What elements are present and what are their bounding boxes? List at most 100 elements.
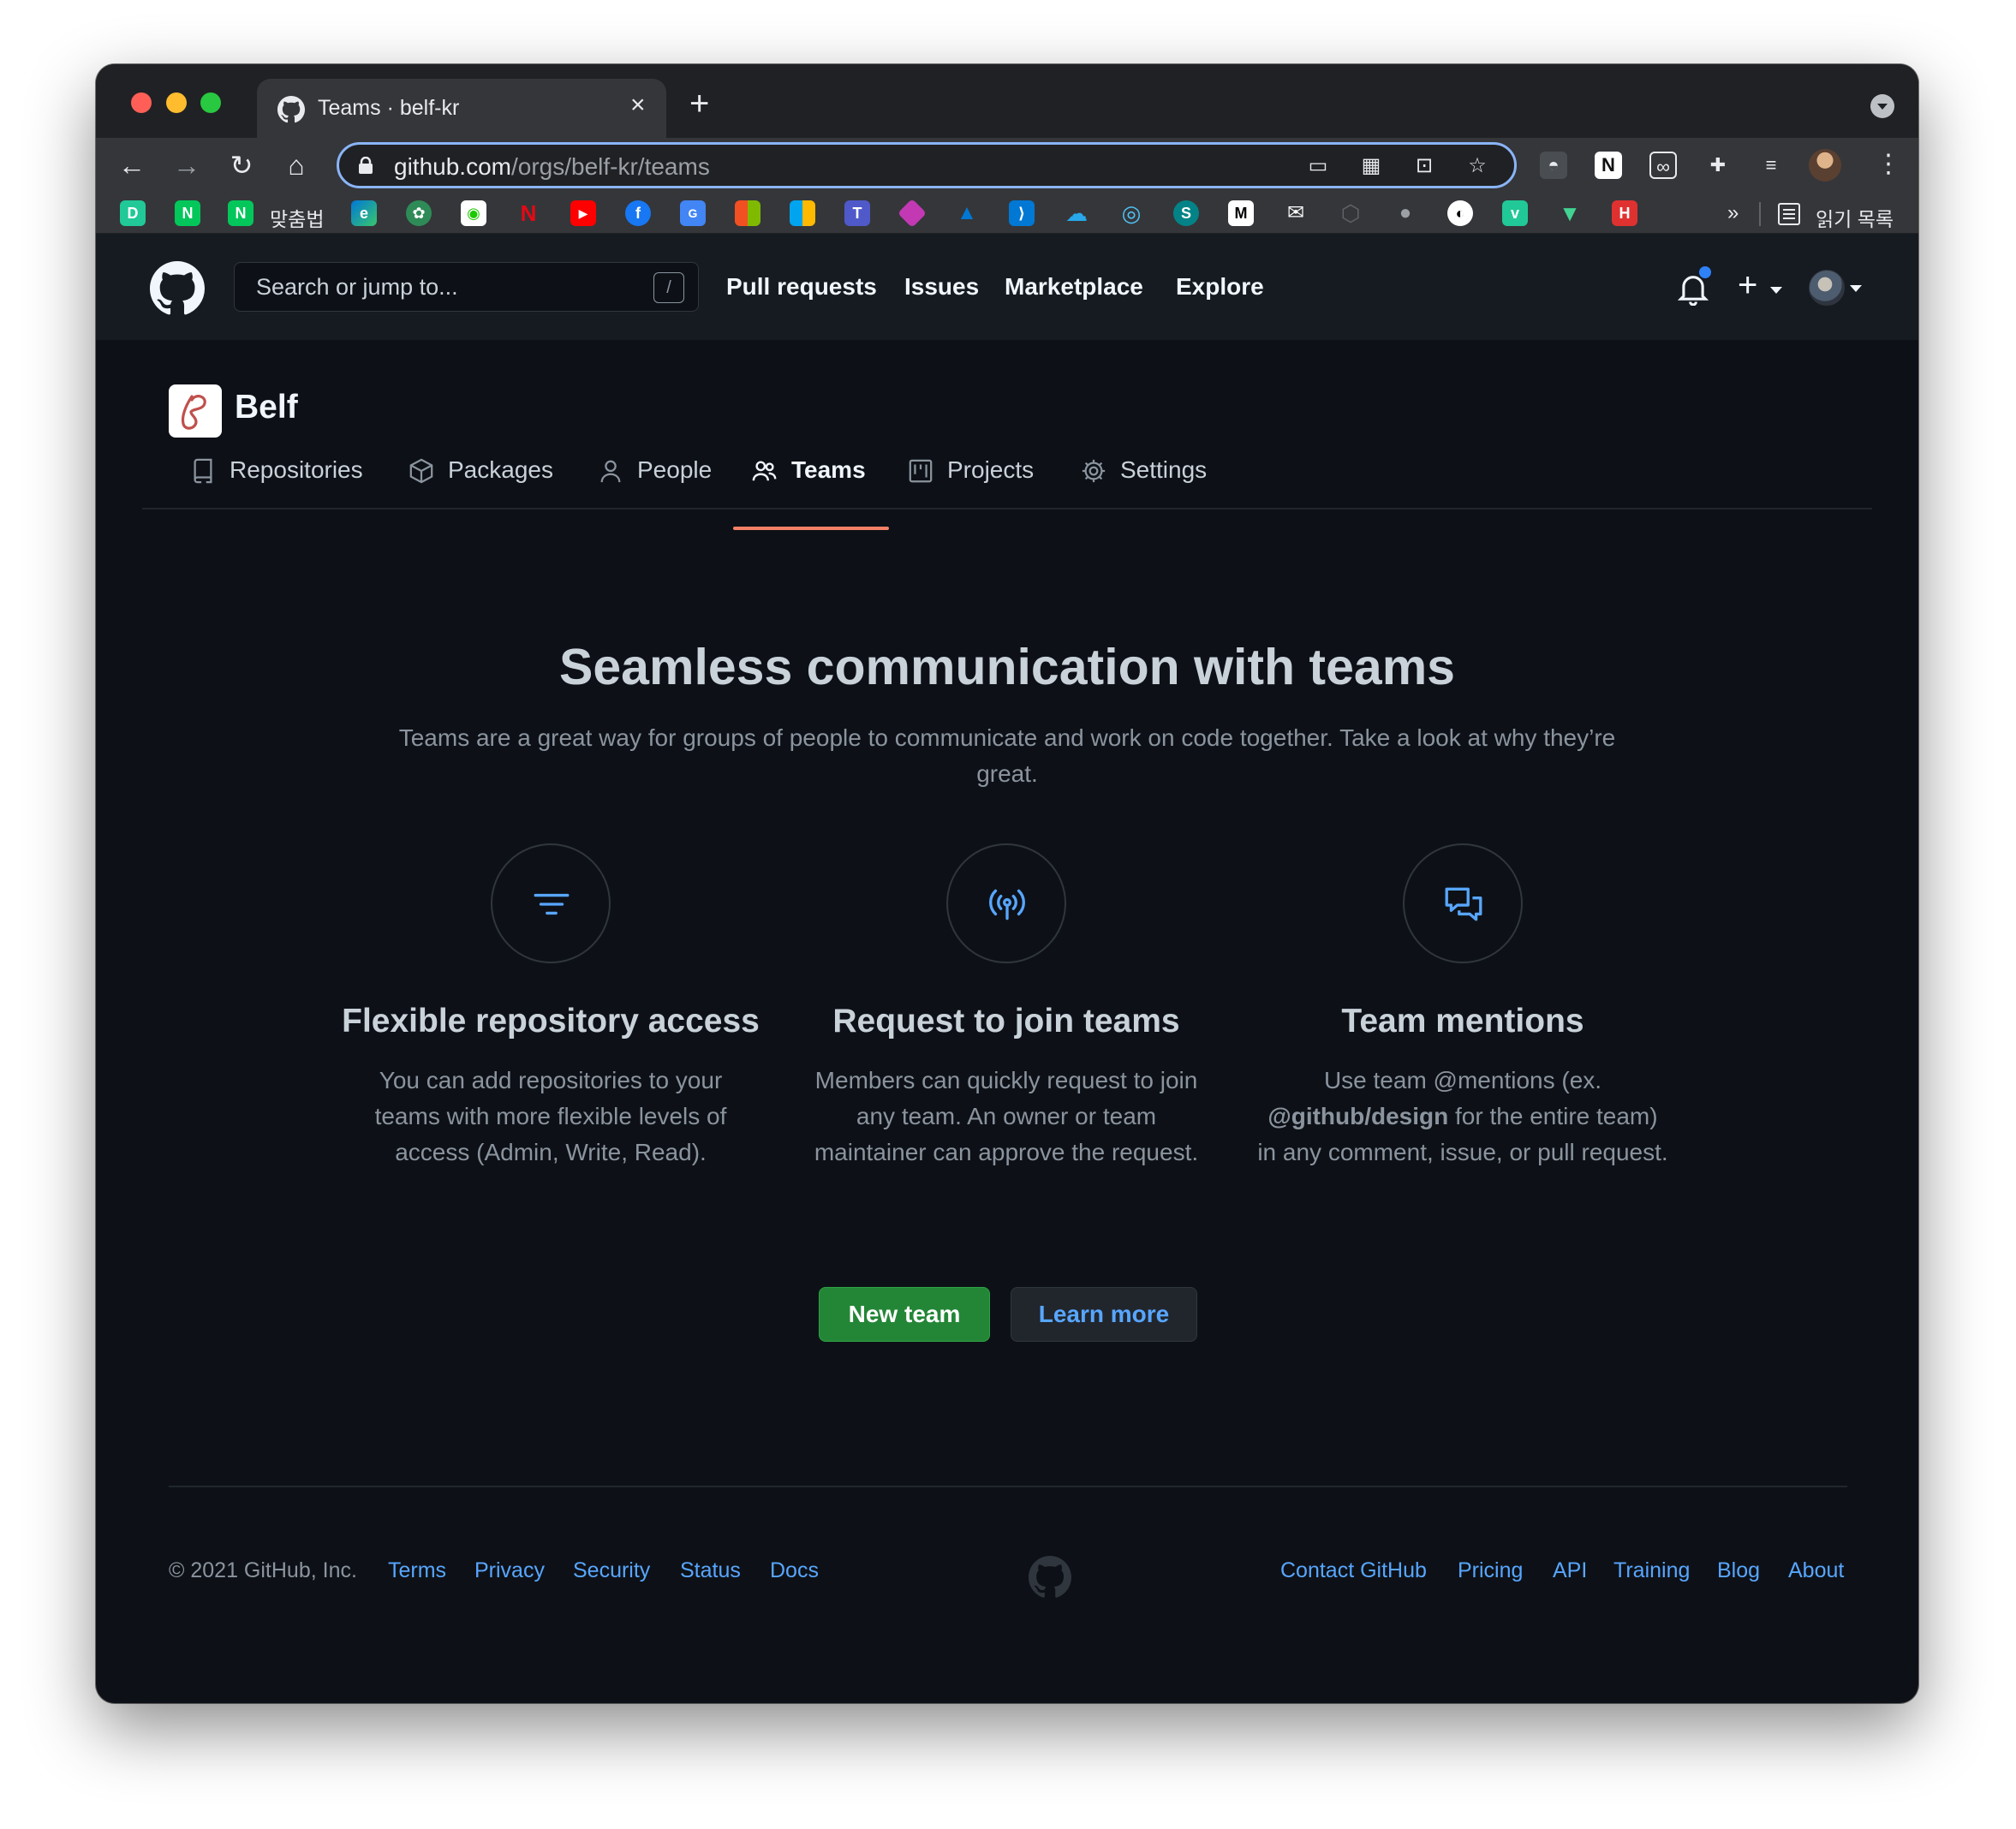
- package-icon: [409, 458, 433, 484]
- feature-icon-circle: [491, 843, 611, 963]
- search-shortcut-key: /: [653, 272, 684, 303]
- user-dropdown-caret-icon[interactable]: [1850, 285, 1862, 292]
- bookmark-facebook-icon[interactable]: f: [625, 200, 651, 226]
- footer-link-security[interactable]: Security: [573, 1558, 650, 1583]
- unread-notification-dot: [1697, 265, 1713, 280]
- tab-title: Teams · belf-kr: [318, 96, 460, 120]
- github-logo-icon[interactable]: [150, 261, 205, 316]
- bookmark-green-circle-icon[interactable]: ✿: [406, 200, 432, 226]
- project-icon: [909, 459, 933, 483]
- github-header: / Pull requests Issues Marketplace Explo…: [96, 234, 1918, 340]
- home-icon[interactable]: ⌂: [277, 146, 315, 184]
- translate-icon[interactable]: ⊡: [1411, 153, 1437, 179]
- bookmark-edge-icon[interactable]: e: [351, 200, 377, 226]
- bookmark-v-icon[interactable]: v: [1502, 200, 1528, 226]
- footer-link-status[interactable]: Status: [680, 1558, 741, 1583]
- feature-icon-circle: [1403, 843, 1523, 963]
- bookmark-netflix-icon[interactable]: N: [516, 200, 541, 226]
- browser-window: Teams · belf-kr × + ← → ↻ ⌂ github.com/o…: [96, 64, 1918, 1703]
- gear-icon: [1082, 459, 1106, 483]
- address-bar[interactable]: github.com/orgs/belf-kr/teams ▭ ▦ ⊡ ☆: [337, 142, 1517, 188]
- create-new-plus-icon[interactable]: +: [1738, 265, 1757, 306]
- nav-marketplace[interactable]: Marketplace: [1005, 273, 1143, 301]
- bookmark-azure-icon[interactable]: ▲: [954, 200, 980, 226]
- tab-projects-label: Projects: [947, 456, 1035, 483]
- nav-issues[interactable]: Issues: [904, 273, 979, 301]
- tab-search-button[interactable]: [1870, 94, 1894, 118]
- maximize-window-button[interactable]: [200, 92, 221, 113]
- learn-more-button[interactable]: Learn more: [1011, 1287, 1197, 1342]
- bookmark-naver-icon[interactable]: N: [175, 200, 200, 226]
- footer-link-terms[interactable]: Terms: [388, 1558, 446, 1583]
- bookmark-powerapps-icon[interactable]: [898, 199, 927, 228]
- bookmark-google-translate-icon[interactable]: G: [680, 200, 706, 226]
- browser-tab-teams[interactable]: Teams · belf-kr ×: [257, 79, 666, 138]
- org-name[interactable]: Belf: [235, 389, 298, 426]
- bookmark-target-icon[interactable]: ◎: [1118, 200, 1144, 226]
- cast-icon[interactable]: ▭: [1305, 153, 1331, 179]
- browser-toolbar: ← → ↻ ⌂ github.com/orgs/belf-kr/teams ▭ …: [96, 138, 1918, 193]
- footer-link-contact[interactable]: Contact GitHub: [1280, 1558, 1427, 1583]
- broadcast-icon: [989, 889, 1025, 920]
- close-window-button[interactable]: [131, 92, 152, 113]
- reading-list-label[interactable]: 읽기 목록: [1816, 203, 1894, 232]
- bookmark-naver-spell-icon[interactable]: N: [228, 200, 253, 226]
- bookmark-vscode-icon[interactable]: ⟩: [1009, 200, 1035, 226]
- selected-tab-indicator: [733, 527, 889, 530]
- extension-glasses-icon[interactable]: ∞: [1649, 152, 1677, 179]
- reload-icon[interactable]: ↻: [223, 146, 260, 184]
- bookmark-map-icon[interactable]: ◉: [461, 200, 486, 226]
- tab-close-icon[interactable]: ×: [630, 92, 646, 118]
- footer-link-docs[interactable]: Docs: [770, 1558, 819, 1583]
- people-icon: [752, 461, 777, 481]
- bookmark-sharepoint-icon[interactable]: S: [1173, 200, 1199, 226]
- back-arrow-icon[interactable]: ←: [113, 146, 151, 184]
- bookmark-label-spellcheck[interactable]: 맞춤법: [270, 203, 324, 232]
- new-team-button[interactable]: New team: [819, 1287, 990, 1342]
- bookmark-microsoft-icon[interactable]: [735, 200, 760, 226]
- qr-code-icon[interactable]: ▦: [1358, 153, 1384, 179]
- bookmark-microsoft-2-icon[interactable]: [790, 200, 815, 226]
- person-icon: [600, 460, 621, 483]
- bookmark-onedrive-icon[interactable]: ☁: [1064, 200, 1089, 226]
- tab-packages-label: Packages: [448, 456, 553, 483]
- search-input[interactable]: [235, 263, 698, 311]
- bookmark-mail-icon[interactable]: ✉: [1283, 200, 1309, 226]
- extension-rainbow-icon[interactable]: ◓: [1540, 152, 1567, 179]
- notion-icon[interactable]: N: [1595, 152, 1622, 179]
- nav-pull-requests[interactable]: Pull requests: [726, 273, 877, 301]
- feature-title: Team mentions: [1341, 1003, 1584, 1040]
- footer-link-training[interactable]: Training: [1613, 1558, 1690, 1583]
- org-tabs-divider: [142, 508, 1872, 509]
- footer-link-about[interactable]: About: [1788, 1558, 1844, 1583]
- user-avatar[interactable]: [1809, 270, 1845, 306]
- bookmark-star-icon[interactable]: ☆: [1464, 153, 1490, 179]
- bookmark-github-icon[interactable]: ◐: [1447, 200, 1473, 226]
- extensions-puzzle-icon[interactable]: ✚: [1704, 152, 1732, 179]
- org-avatar[interactable]: [169, 384, 222, 438]
- github-footer-mark-icon[interactable]: [1029, 1556, 1071, 1599]
- repo-icon: [194, 458, 212, 484]
- footer-link-api[interactable]: API: [1553, 1558, 1587, 1583]
- bookmark-d-icon[interactable]: D: [120, 200, 146, 226]
- nav-explore[interactable]: Explore: [1176, 273, 1264, 301]
- new-tab-button[interactable]: +: [689, 86, 709, 121]
- minimize-window-button[interactable]: [166, 92, 187, 113]
- create-dropdown-caret-icon[interactable]: [1770, 287, 1782, 294]
- bookmarks-overflow-icon[interactable]: »: [1727, 201, 1739, 225]
- bookmark-cube-icon[interactable]: ⬡: [1338, 200, 1363, 226]
- bookmark-medium-icon[interactable]: M: [1228, 200, 1254, 226]
- bookmark-vue-icon[interactable]: ▼: [1557, 200, 1583, 226]
- bookmark-apple-icon[interactable]: ●: [1393, 200, 1418, 226]
- footer-link-blog[interactable]: Blog: [1717, 1558, 1760, 1583]
- footer-link-privacy[interactable]: Privacy: [474, 1558, 545, 1583]
- bookmark-teams-icon[interactable]: T: [844, 200, 870, 226]
- more-menu-icon[interactable]: ⋮: [1876, 148, 1901, 181]
- forward-arrow-icon[interactable]: →: [168, 146, 206, 184]
- media-controls-icon[interactable]: ≡: [1757, 152, 1785, 179]
- profile-avatar[interactable]: [1809, 149, 1841, 182]
- bookmark-youtube-icon[interactable]: ▶: [570, 200, 596, 226]
- reading-list-icon[interactable]: [1778, 203, 1800, 225]
- footer-link-pricing[interactable]: Pricing: [1458, 1558, 1523, 1583]
- bookmark-h-icon[interactable]: H: [1612, 200, 1637, 226]
